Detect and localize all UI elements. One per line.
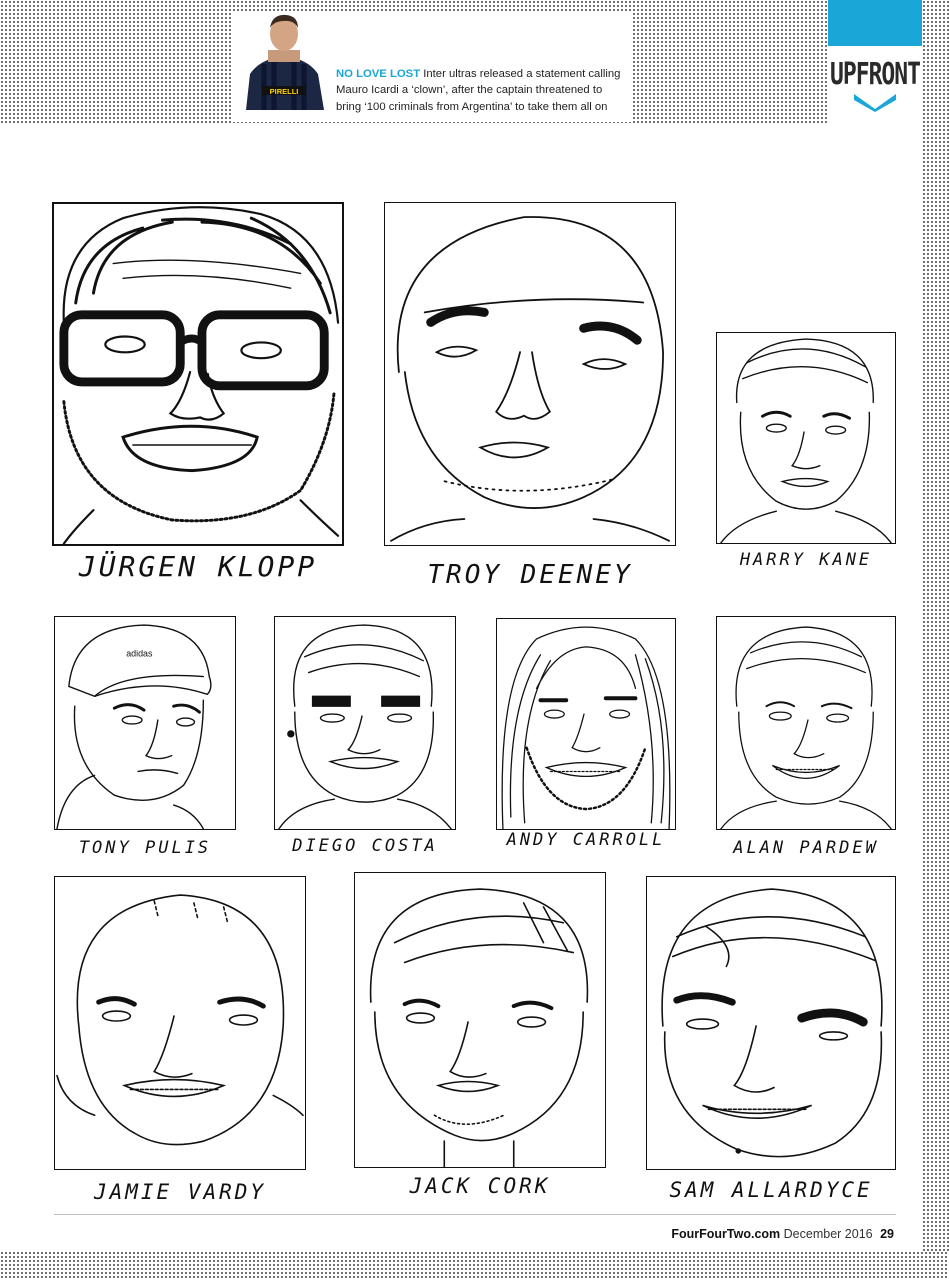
caption-tony-pulis: TONY PULIS bbox=[78, 838, 212, 858]
caption-sam-allardyce: SAM ALLARDYCE bbox=[669, 1178, 873, 1202]
caption-alan-pardew: ALAN PARDEW bbox=[733, 838, 879, 858]
footer-issue: December 2016 bbox=[783, 1227, 873, 1241]
portrait-alan-pardew bbox=[716, 616, 896, 830]
chevron-down-icon bbox=[854, 94, 896, 112]
photo-shirt-sponsor: PIRELLI bbox=[270, 87, 299, 96]
portrait-jack-cork bbox=[354, 872, 606, 1168]
portrait-troy-deeney bbox=[384, 202, 676, 546]
caption-jamie-vardy: JAMIE VARDY bbox=[93, 1180, 267, 1204]
portrait-andy-carroll bbox=[496, 618, 676, 830]
news-caption: NO LOVE LOST Inter ultras released a sta… bbox=[336, 66, 628, 115]
portrait-jamie-vardy bbox=[54, 876, 306, 1170]
footer-rule bbox=[54, 1214, 896, 1215]
section-label: UPFRONT bbox=[830, 58, 921, 92]
portrait-sam-allardyce bbox=[646, 876, 896, 1170]
cap-logo-text: adidas bbox=[126, 649, 153, 659]
caption-jurgen-klopp: JÜRGEN KLOPP bbox=[78, 550, 318, 583]
news-photo: PIRELLI bbox=[240, 12, 328, 110]
caption-harry-kane: HARRY KANE bbox=[739, 550, 873, 570]
footer-site: FourFourTwo.com bbox=[671, 1227, 781, 1241]
portrait-tony-pulis: adidas bbox=[54, 616, 236, 830]
dotted-border-right bbox=[922, 0, 949, 1280]
portrait-diego-costa bbox=[274, 616, 456, 830]
section-color-tab bbox=[828, 0, 922, 46]
caption-andy-carroll: ANDY CARROLL bbox=[506, 830, 666, 850]
caption-jack-cork: JACK CORK bbox=[409, 1174, 551, 1198]
news-kicker: NO LOVE LOST bbox=[336, 68, 421, 80]
page-number: 29 bbox=[880, 1227, 894, 1241]
caption-diego-costa: DIEGO COSTA bbox=[292, 836, 438, 856]
caption-troy-deeney: TROY DEENEY bbox=[427, 560, 633, 590]
dotted-border-bottom bbox=[0, 1251, 949, 1280]
portrait-jurgen-klopp bbox=[52, 202, 344, 546]
portrait-harry-kane bbox=[716, 332, 896, 544]
page-footer: FourFourTwo.com December 2016 29 bbox=[671, 1227, 894, 1241]
